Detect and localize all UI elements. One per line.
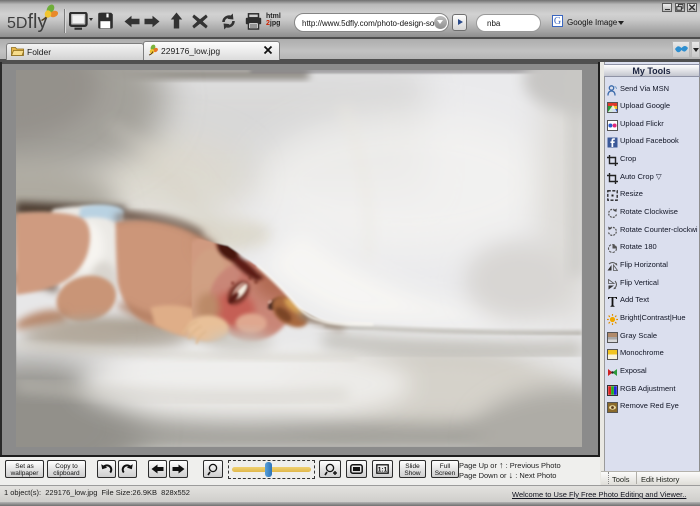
svg-text:1:1: 1:1: [378, 466, 388, 473]
